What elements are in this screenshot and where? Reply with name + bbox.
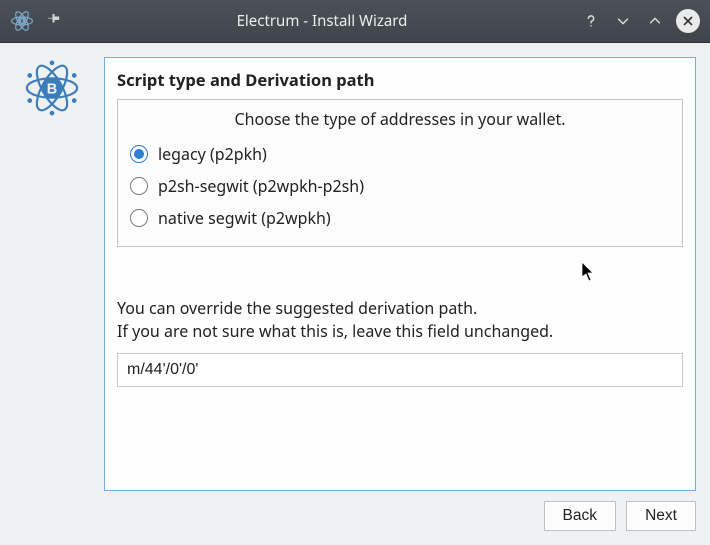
dialog-body: B Script type and Derivation path Choose… <box>0 42 710 545</box>
spacer <box>117 247 683 297</box>
derivation-path-input[interactable] <box>117 353 683 387</box>
back-button[interactable]: Back <box>544 501 616 531</box>
electrum-logo-icon: B <box>23 59 81 117</box>
radio-indicator-icon <box>130 177 148 195</box>
minimize-icon[interactable] <box>612 10 634 32</box>
help-icon[interactable] <box>580 10 602 32</box>
window: B Electrum - Install Wizard <box>0 0 710 545</box>
radio-indicator-icon <box>130 145 148 163</box>
hint-line-1: You can override the suggested derivatio… <box>117 297 683 320</box>
button-row: Back Next <box>14 491 696 531</box>
titlebar: B Electrum - Install Wizard <box>0 0 710 42</box>
next-button[interactable]: Next <box>626 501 696 531</box>
window-title: Electrum - Install Wizard <box>64 11 580 31</box>
hint-text: You can override the suggested derivatio… <box>117 297 683 343</box>
radio-legacy[interactable]: legacy (p2pkh) <box>128 138 672 170</box>
titlebar-left: B <box>10 9 64 33</box>
script-type-group: Choose the type of addresses in your wal… <box>117 99 683 247</box>
titlebar-controls <box>580 9 700 33</box>
content-row: B Script type and Derivation path Choose… <box>14 57 696 491</box>
pin-icon[interactable] <box>42 10 64 32</box>
group-label: Choose the type of addresses in your wal… <box>128 108 672 130</box>
svg-text:B: B <box>21 19 24 25</box>
close-icon[interactable] <box>676 9 700 33</box>
radio-native-segwit[interactable]: native segwit (p2wpkh) <box>128 202 672 234</box>
radio-label: p2sh-segwit (p2wpkh-p2sh) <box>158 175 364 197</box>
panel-heading: Script type and Derivation path <box>117 68 683 91</box>
radio-indicator-icon <box>130 209 148 227</box>
radio-p2sh-segwit[interactable]: p2sh-segwit (p2wpkh-p2sh) <box>128 170 672 202</box>
logo-column: B <box>14 57 90 491</box>
hint-line-2: If you are not sure what this is, leave … <box>117 320 683 343</box>
svg-text:B: B <box>47 81 57 97</box>
radio-label: legacy (p2pkh) <box>158 143 267 165</box>
main-panel: Script type and Derivation path Choose t… <box>104 57 696 491</box>
app-icon: B <box>10 9 34 33</box>
radio-label: native segwit (p2wpkh) <box>158 207 331 229</box>
maximize-icon[interactable] <box>644 10 666 32</box>
